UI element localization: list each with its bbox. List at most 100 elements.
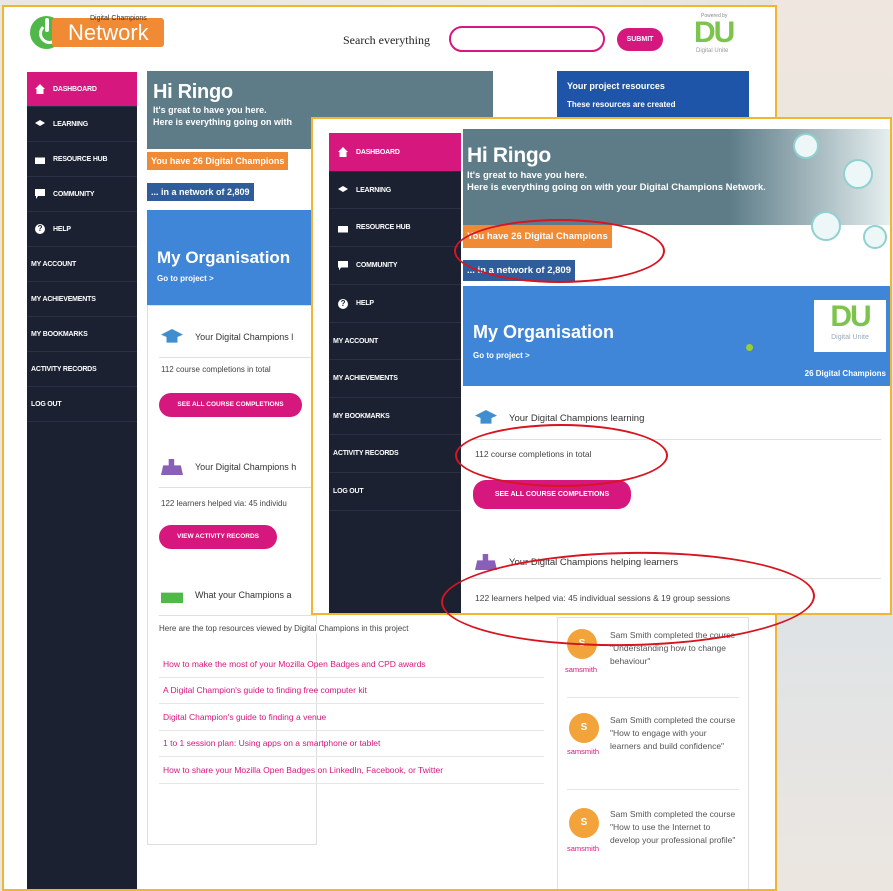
divider [159, 783, 544, 784]
power-icon-bar [45, 18, 49, 32]
sidebar-item-label: MY ACHIEVEMENTS [31, 295, 96, 303]
divider [159, 756, 544, 757]
learning-heading-text: Your Digital Champions l [195, 332, 294, 342]
sidebar-item-label: MY BOOKMARKS [333, 412, 390, 420]
sidebar-item-community[interactable]: COMMUNITY [27, 177, 137, 212]
sidebar-item-label: LEARNING [53, 120, 88, 128]
activity-username[interactable]: samsmith [567, 747, 599, 756]
sidebar-item-dashboard[interactable]: DASHBOARD [329, 133, 461, 172]
chat-icon [338, 260, 348, 271]
sidebar-item-log-out[interactable]: LOG OUT [27, 387, 137, 422]
sidebar-item-resource-hub[interactable]: RESOURCE HUB [27, 142, 137, 177]
sidebar-item-my-bookmarks[interactable]: MY BOOKMARKS [329, 398, 461, 435]
sidebar-item-label: RESOURCE HUB [53, 155, 108, 163]
organisation-card [147, 305, 317, 845]
sidebar-item-label: MY ACCOUNT [333, 337, 379, 345]
network-size: ... in a network of 2,809 [147, 183, 254, 201]
sidebar-item-label: DASHBOARD [53, 85, 97, 93]
network-illustration [733, 129, 890, 289]
organisation-title: My Organisation [157, 248, 291, 267]
sidebar-item-learning[interactable]: LEARNING [329, 172, 461, 209]
badge-caption: Digital Unite [831, 334, 869, 341]
project-resources-title: Your project resources [567, 81, 665, 91]
divider [159, 357, 317, 358]
sidebar-item-my-account[interactable]: MY ACCOUNT [27, 247, 137, 282]
sidebar-item-resource-hub[interactable]: RESOURCE HUB [329, 209, 461, 247]
header-bar: Network Digital Champions Search everyth… [4, 7, 775, 67]
search-input[interactable] [449, 26, 605, 52]
divider [159, 703, 544, 704]
badge-letters: DU [830, 300, 871, 333]
graduation-cap-icon [161, 329, 183, 343]
resource-link[interactable]: How to make the most of your Mozilla Ope… [163, 659, 426, 669]
dashboard-screenshot-zoomed: DASHBOARD LEARNING RESOURCE HUB COMMUNIT… [311, 117, 892, 615]
resource-link[interactable]: 1 to 1 session plan: Using apps on a sma… [163, 738, 380, 748]
learning-heading-text: Your Digital Champions learning [509, 412, 645, 424]
graduation-cap-icon [475, 410, 497, 424]
resources-heading-text: What your Champions a [195, 590, 292, 600]
my-organisation-panel: My Organisation Go to project > DU Digit… [463, 286, 890, 386]
network-logo[interactable]: Network Digital Champions [30, 15, 166, 51]
sidebar-item-dashboard[interactable]: DASHBOARD [27, 72, 137, 107]
resources-heading: What your Champions a [161, 587, 292, 603]
logo-wordmark: Network [52, 18, 164, 47]
network-node [811, 211, 841, 241]
digital-unite-logo[interactable]: Powered by DU Digital Unite [692, 13, 742, 55]
avatar[interactable]: S [569, 808, 599, 838]
see-all-course-completions-button[interactable]: SEE ALL COURSE COMPLETIONS [159, 393, 302, 417]
sidebar-item-my-bookmarks[interactable]: MY BOOKMARKS [27, 317, 137, 352]
greeting: Hi Ringo [153, 81, 233, 103]
divider [159, 677, 544, 678]
sidebar-item-label: HELP [53, 225, 71, 233]
home-icon [35, 84, 45, 94]
home-icon [338, 147, 348, 157]
avatar[interactable]: S [569, 713, 599, 743]
graduation-cap-icon [35, 120, 45, 126]
sidebar-item-label: COMMUNITY [53, 190, 95, 198]
submit-button[interactable]: SUBMIT [617, 28, 663, 51]
activity-text: Sam Smith completed the course "How to e… [610, 715, 736, 751]
network-node [863, 225, 887, 249]
sidebar-item-community[interactable]: COMMUNITY [329, 247, 461, 285]
sidebar-item-label: LEARNING [356, 186, 391, 194]
sidebar-item-label: HELP [356, 300, 374, 307]
status-dot [746, 344, 753, 351]
people-icon [161, 459, 183, 475]
sidebar-item-activity-records[interactable]: ACTIVITY RECORDS [27, 352, 137, 387]
resource-link[interactable]: A Digital Champion's guide to finding fr… [163, 685, 367, 695]
sidebar-item-my-achievements[interactable]: MY ACHIEVEMENTS [27, 282, 137, 317]
logo-tagline: Digital Champions [90, 15, 147, 22]
highlight-circle-completions [455, 424, 668, 487]
sidebar-item-label: DASHBOARD [356, 148, 400, 156]
sidebar-item-log-out[interactable]: LOG OUT [329, 473, 461, 511]
sidebar-item-label: ACTIVITY RECORDS [333, 450, 399, 457]
helping-heading: Your Digital Champions h [161, 459, 296, 475]
sidebar-item-my-achievements[interactable]: MY ACHIEVEMENTS [329, 360, 461, 398]
sidebar-item-label: RESOURCE HUB [356, 224, 411, 231]
sidebar-item-learning[interactable]: LEARNING [27, 107, 137, 142]
learners-helped-summary: 122 learners helped via: 45 individu [161, 499, 287, 508]
course-completions: 112 course completions in total [161, 365, 271, 374]
learning-heading: Your Digital Champions l [161, 329, 293, 345]
sidebar-nav: DASHBOARD LEARNING RESOURCE HUB COMMUNIT… [329, 133, 461, 613]
sidebar-item-my-account[interactable]: MY ACCOUNT [329, 323, 461, 360]
activity-username[interactable]: samsmith [567, 844, 599, 853]
digital-unite-badge[interactable]: DU Digital Unite [814, 300, 886, 352]
sidebar-item-label: MY BOOKMARKS [31, 330, 88, 338]
go-to-project-link[interactable]: Go to project > [157, 274, 307, 283]
sidebar-item-activity-records[interactable]: ACTIVITY RECORDS [329, 435, 461, 473]
search-label: Search everything [343, 33, 430, 47]
sidebar-item-help[interactable]: ? HELP [27, 212, 137, 247]
resource-link[interactable]: Digital Champion's guide to finding a ve… [163, 712, 326, 722]
activity-username[interactable]: samsmith [565, 665, 597, 674]
divider [567, 789, 739, 790]
sidebar-item-help[interactable]: ? HELP [329, 285, 461, 323]
help-icon: ? [338, 298, 348, 309]
go-to-project-link[interactable]: Go to project > [473, 351, 882, 360]
divider [159, 487, 317, 488]
sidebar-item-label: LOG OUT [333, 488, 364, 495]
resource-hub-icon [35, 157, 45, 164]
resource-link[interactable]: How to share your Mozilla Open Badges on… [163, 765, 443, 775]
divider [159, 615, 317, 616]
view-activity-records-button[interactable]: VIEW ACTIVITY RECORDS [159, 525, 277, 549]
